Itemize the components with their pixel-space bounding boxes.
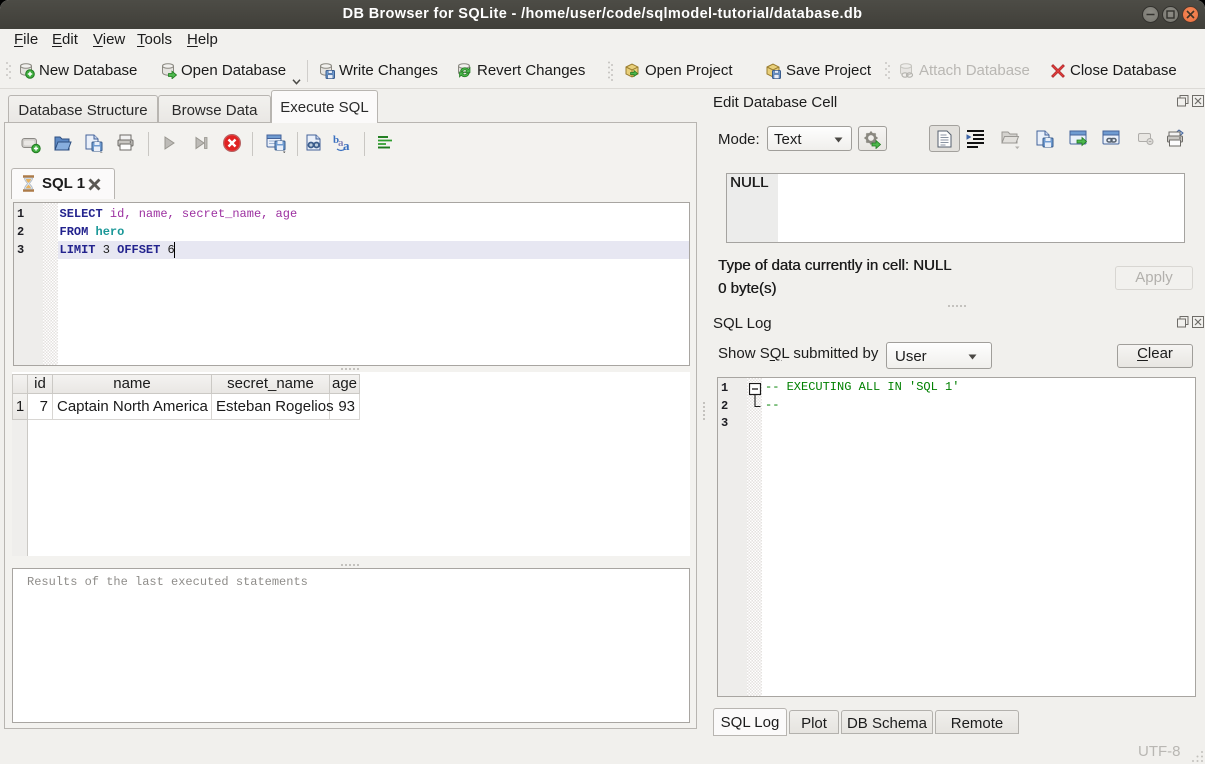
svg-text:a: a [343, 138, 350, 153]
